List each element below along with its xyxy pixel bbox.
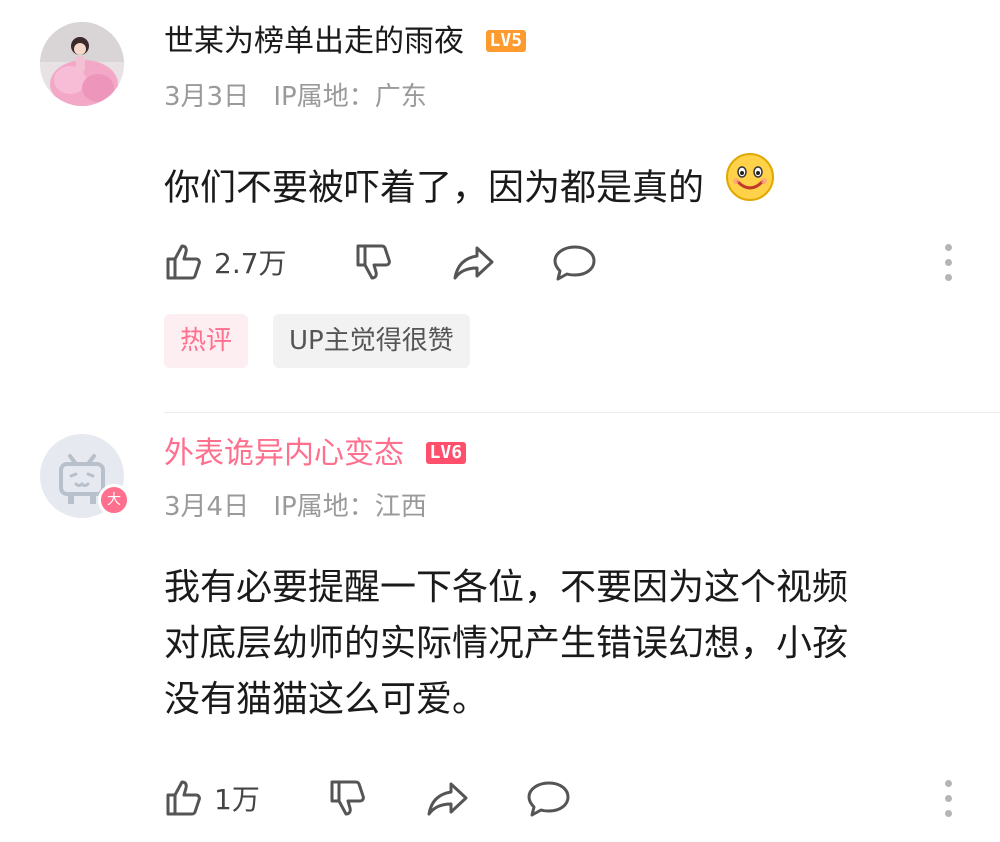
ip-location: IP属地：广东: [273, 82, 427, 112]
tag-up-liked: UP主觉得很赞: [273, 314, 470, 368]
username[interactable]: 世某为榜单出走的雨夜 LV5: [164, 22, 527, 62]
reply-button[interactable]: [526, 776, 572, 820]
smile-emoji-icon: [725, 152, 775, 219]
avatar-image: [40, 22, 124, 106]
comment-date: 3月3日: [164, 82, 250, 112]
like-button[interactable]: 2.7万: [164, 240, 287, 284]
comment-meta: 3月4日 IP属地：江西: [164, 486, 427, 523]
username-text[interactable]: 世某为榜单出走的雨夜: [164, 24, 464, 59]
like-count: 2.7万: [214, 247, 287, 280]
more-icon[interactable]: [942, 240, 954, 284]
ip-location: IP属地：江西: [273, 492, 427, 522]
reply-icon: [527, 781, 570, 817]
share-button[interactable]: [426, 776, 470, 820]
dislike-icon: [330, 780, 365, 816]
share-icon: [427, 782, 468, 816]
level-badge: LV5: [485, 29, 527, 52]
reply-icon: [553, 245, 596, 281]
dislike-button[interactable]: [354, 240, 394, 284]
tag-hot: 热评: [164, 314, 249, 368]
comment-text-content: 你们不要被吓着了，因为都是真的: [164, 167, 705, 209]
like-count: 1万: [214, 783, 260, 816]
comment-meta: 3月3日 IP属地：广东: [164, 76, 427, 113]
comment-text-line: 没有猫猫这么可爱。: [164, 679, 489, 720]
like-icon: [166, 244, 201, 280]
like-icon: [166, 780, 201, 816]
avatar[interactable]: 大: [40, 434, 130, 518]
comment-text-line: 对底层幼师的实际情况产生错误幻想，小孩: [164, 623, 849, 664]
reply-button[interactable]: [552, 240, 598, 284]
comment-text: 我有必要提醒一下各位，不要因为这个视频 对底层幼师的实际情况产生错误幻想，小孩 …: [164, 560, 964, 728]
action-bar: 2.7万: [164, 240, 954, 284]
avatar-badge: 大: [98, 484, 130, 516]
comment-text-line: 我有必要提醒一下各位，不要因为这个视频: [164, 567, 849, 608]
action-bar: 1万: [164, 776, 954, 820]
avatar[interactable]: [40, 22, 124, 106]
comment-text: 你们不要被吓着了，因为都是真的: [164, 153, 964, 223]
like-button[interactable]: 1万: [164, 776, 260, 820]
share-icon: [453, 246, 494, 280]
share-button[interactable]: [452, 240, 496, 284]
dislike-icon: [356, 244, 391, 280]
username[interactable]: 外表诡异内心变态 LV6: [164, 434, 467, 474]
username-text[interactable]: 外表诡异内心变态: [164, 436, 404, 471]
level-badge: LV6: [425, 441, 467, 464]
dislike-button[interactable]: [328, 776, 368, 820]
comment-date: 3月4日: [164, 492, 250, 522]
more-icon[interactable]: [942, 776, 954, 820]
divider: [164, 412, 1000, 413]
